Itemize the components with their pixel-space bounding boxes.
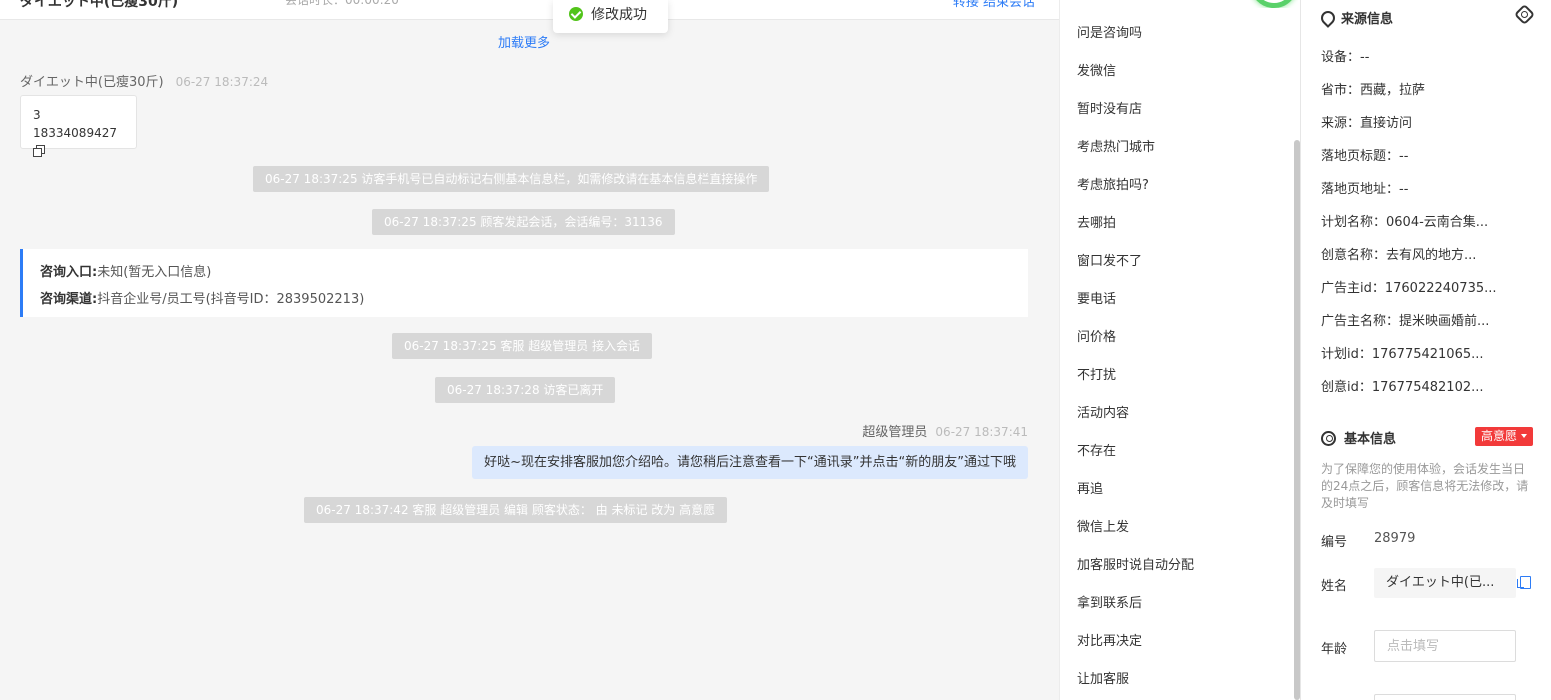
intent-status-badge[interactable]: 高意愿 (1474, 427, 1533, 446)
source-row: 广告主名称：提米映画婚前... (1321, 314, 1490, 329)
copy-icon[interactable] (1517, 576, 1531, 589)
load-more-link[interactable]: 加载更多 (0, 32, 1048, 51)
header-actions[interactable]: 转接 结束会话 (953, 0, 1035, 10)
name-field[interactable]: ダイエット中(已... (1374, 568, 1516, 598)
id-value: 28979 (1374, 531, 1416, 546)
edit-hint: 为了保障您的使用体验，会话发生当日的24点之后，顾客信息将无法修改，请及时填写 (1321, 462, 1529, 510)
entry-label: 咨询入口: (40, 265, 98, 280)
source-row: 创意id：176775482102... (1321, 380, 1484, 395)
quick-reply-item[interactable]: 对比再决定 (1077, 630, 1142, 649)
quick-reply-item[interactable]: 考虑旅拍吗? (1077, 174, 1149, 193)
chat-header: ダイエット中(已瘦30斤) 会话时长：00:00:20 转接 结束会话 (0, 0, 1059, 20)
source-row: 计划名称：0604-云南合集... (1321, 215, 1489, 230)
quick-reply-item[interactable]: 暂时没有店 (1077, 98, 1142, 117)
basic-info-title: 基本信息 (1321, 428, 1396, 447)
quick-reply-item[interactable]: 不打扰 (1077, 364, 1116, 383)
session-time: 会话时长：00:00:20 (285, 0, 399, 7)
quick-reply-item[interactable]: 加客服时说自动分配 (1077, 554, 1194, 573)
visitor-name: ダイエット中(已瘦30斤) (20, 75, 164, 90)
visitor-message: 3 18334089427 (20, 95, 137, 157)
quick-reply-item[interactable]: 问是咨询吗 (1077, 22, 1142, 41)
next-field[interactable] (1374, 694, 1516, 700)
quick-reply-item[interactable]: 去哪拍 (1077, 212, 1116, 231)
agent-name: 超级管理员 (862, 425, 928, 440)
location-pin-icon (1321, 11, 1333, 26)
source-row: 计划id：176775421065... (1321, 347, 1484, 362)
check-circle-icon (569, 7, 583, 21)
source-info-title-text: 来源信息 (1341, 12, 1394, 27)
id-label: 编号 (1321, 535, 1348, 550)
system-message: 06-27 18:37:28 访客已离开 (435, 377, 616, 403)
source-row: 省市：西藏，拉萨 (1321, 83, 1426, 98)
quick-reply-item[interactable]: 考虑热门城市 (1077, 136, 1155, 155)
name-label: 姓名 (1321, 579, 1348, 594)
quick-reply-item[interactable]: 微信上发 (1077, 516, 1129, 535)
system-message: 06-27 18:37:25 顾客发起会话，会话编号：31136 (372, 209, 675, 235)
agent-sender-line: 超级管理员 06-27 18:37:41 (862, 421, 1028, 440)
customer-info-panel: 来源信息 设备：-- 省市：西藏，拉萨 来源：直接访问 落地页标题：-- 落地页… (1300, 0, 1551, 700)
quick-reply-item[interactable]: 拿到联系后 (1077, 592, 1142, 611)
system-message: 06-27 18:37:42 客服 超级管理员 编辑 顾客状态： 由 未标记 改… (304, 497, 728, 523)
copy-icon[interactable] (33, 145, 45, 157)
source-row: 设备：-- (1321, 50, 1370, 65)
channel-label: 咨询渠道: (40, 292, 98, 307)
agent-message: 好哒~现在安排客服加您介绍哈。请您稍后注意查看一下“通讯录”并点击“新的朋友”通… (472, 446, 1028, 479)
quick-reply-item[interactable]: 问价格 (1077, 326, 1116, 345)
visitor-phone: 18334089427 (33, 126, 117, 140)
source-row: 落地页标题：-- (1321, 149, 1409, 164)
source-row: 创意名称：去有风的地方... (1321, 248, 1477, 263)
agent-msg-time: 06-27 18:37:41 (935, 425, 1028, 439)
settings-icon[interactable] (1513, 3, 1536, 26)
source-row: 来源：直接访问 (1321, 116, 1413, 131)
system-message: 06-27 18:37:25 客服 超级管理员 接入会话 (392, 333, 653, 359)
chat-area: 加载更多 ダイエット中(已瘦30斤) 06-27 18:37:24 3 18334… (0, 20, 1059, 700)
user-circle-icon (1321, 431, 1336, 446)
quick-reply-item[interactable]: 发微信 (1077, 60, 1116, 79)
quick-reply-item[interactable]: 不存在 (1077, 440, 1116, 459)
chat-title: ダイエット中(已瘦30斤) (20, 0, 179, 10)
quick-reply-item[interactable]: 窗口发不了 (1077, 250, 1142, 269)
visitor-sender-line: ダイエット中(已瘦30斤) 06-27 18:37:24 (20, 71, 268, 90)
quick-reply-item[interactable]: 活动内容 (1077, 402, 1129, 421)
channel-value: 抖音企业号/员工号(抖音号ID：2839502213) (97, 292, 365, 307)
quick-reply-item[interactable]: 让加客服 (1077, 668, 1129, 687)
visitor-msg-time: 06-27 18:37:24 (175, 75, 269, 89)
toast-text: 修改成功 (591, 7, 647, 23)
success-toast: 修改成功 (553, 0, 668, 33)
age-input[interactable] (1374, 630, 1516, 662)
quick-reply-panel: 问是咨询吗 发微信 暂时没有店 考虑热门城市 考虑旅拍吗? 去哪拍 窗口发不了 … (1059, 0, 1300, 700)
source-info-title: 来源信息 (1321, 8, 1393, 27)
system-message: 06-27 18:37:25 访客手机号已自动标记右侧基本信息栏，如需修改请在基… (253, 166, 770, 192)
quick-reply-item[interactable]: 要电话 (1077, 288, 1116, 307)
source-row: 广告主id：176022240735... (1321, 281, 1497, 296)
entry-value: 未知(暂无入口信息) (97, 265, 212, 280)
quick-reply-item[interactable]: 再追 (1077, 478, 1103, 497)
visitor-msg-line1: 3 (33, 108, 41, 122)
age-label: 年龄 (1321, 642, 1348, 657)
consult-entry-card: 咨询入口:未知(暂无入口信息) 咨询渠道:抖音企业号/员工号(抖音号ID：283… (20, 249, 1028, 317)
source-row: 落地页地址：-- (1321, 182, 1409, 197)
basic-info-title-text: 基本信息 (1344, 432, 1397, 447)
